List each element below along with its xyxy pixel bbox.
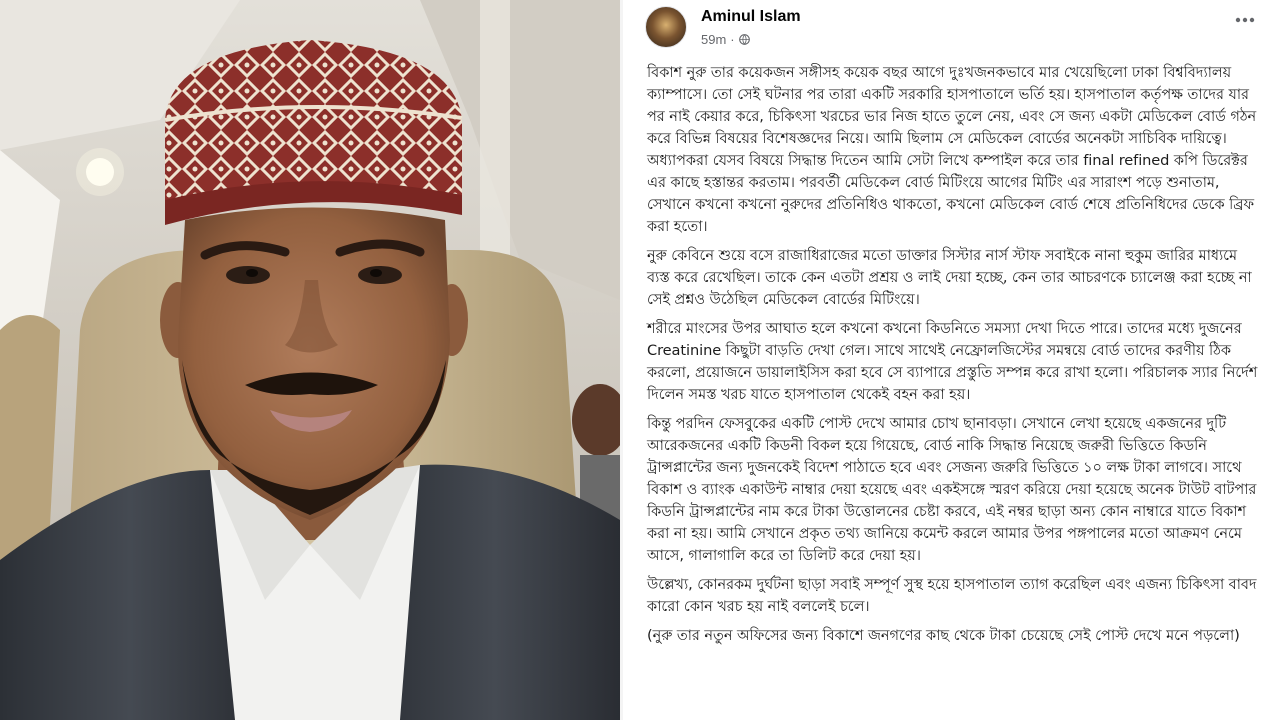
post-header: Aminul Islam 59m · bbox=[635, 0, 1262, 62]
post-photo[interactable] bbox=[0, 0, 620, 720]
post-paragraph-6: (নুরু তার নতুন অফিসের জন্য বিকাশে জনগণের… bbox=[647, 627, 1240, 644]
author-name[interactable]: Aminul Islam bbox=[701, 8, 801, 26]
post-paragraph-1: বিকাশ নুরু তার কয়েকজন সঙ্গীসহ কয়েক বছর… bbox=[647, 64, 1257, 235]
author-avatar[interactable] bbox=[645, 6, 687, 48]
post-paragraph-4: কিন্তু পরদিন ফেসবুকের একটি পোস্ট দেখে আম… bbox=[647, 415, 1257, 564]
post-paragraph-2: নুরু কেবিনে শুয়ে বসে রাজাধিরাজের মতো ডা… bbox=[647, 247, 1252, 308]
selfie-image bbox=[0, 0, 620, 720]
post-meta: 59m · bbox=[701, 32, 750, 47]
more-options-icon bbox=[1235, 17, 1255, 23]
meta-separator: · bbox=[730, 32, 735, 47]
post-body: বিকাশ নুরু তার কয়েকজন সঙ্গীসহ কয়েক বছর… bbox=[635, 62, 1262, 647]
post-paragraph-3: শরীরে মাংসের উপর আঘাত হলে কখনো কখনো কিডন… bbox=[647, 320, 1258, 403]
more-options-button[interactable] bbox=[1230, 8, 1260, 32]
post-timestamp[interactable]: 59m bbox=[701, 32, 726, 47]
post-paragraph-5: উল্লেখ্য, কোনরকম দুর্ঘটনা ছাড়া সবাই সম্… bbox=[647, 576, 1257, 615]
facebook-post: Aminul Islam 59m · বিকাশ নুরু তার কয়েকজ… bbox=[623, 0, 1280, 720]
globe-icon bbox=[738, 34, 750, 45]
